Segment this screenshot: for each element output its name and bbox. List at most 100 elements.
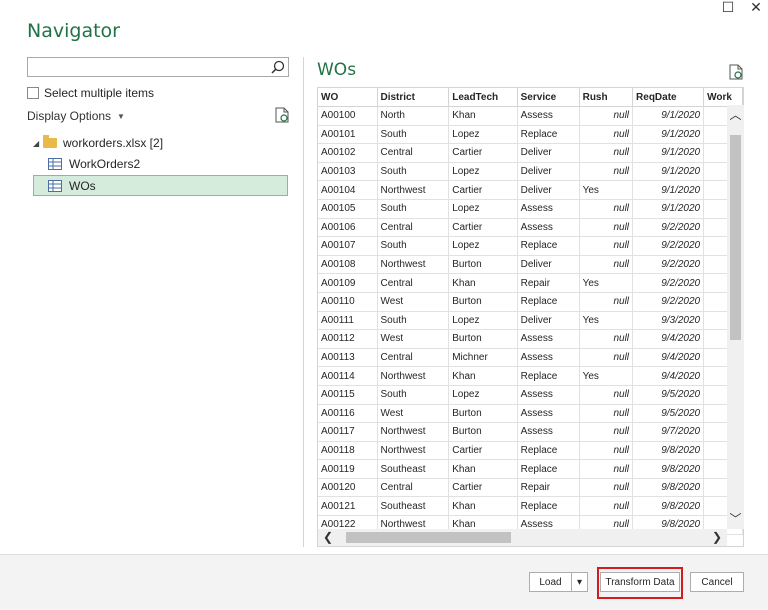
table-cell: Deliver xyxy=(517,162,580,182)
tree-file-node[interactable]: ◢ workorders.xlsx [2] xyxy=(33,133,163,153)
dialog-title: Navigator xyxy=(27,20,120,42)
table-cell: A00105 xyxy=(318,199,378,219)
table-row: A00108 Northwest Burton Deliver null 9/2/2020 xyxy=(318,255,743,275)
table-row: A00119 Southeast Khan Replace null 9/8/2020 xyxy=(318,459,743,479)
chevron-up-icon[interactable]: ︿ xyxy=(727,105,744,125)
table-cell: Khan xyxy=(448,459,518,479)
table-cell: 9/2/2020 xyxy=(632,255,705,275)
horizontal-scrollbar[interactable]: ❮ ❯ xyxy=(318,529,727,546)
table-cell: Southeast xyxy=(377,496,450,517)
column-header[interactable]: LeadTech xyxy=(448,88,518,107)
table-cell: Central xyxy=(377,348,450,368)
maximize-button[interactable]: ☐ xyxy=(716,0,740,18)
table-cell: 9/2/2020 xyxy=(632,292,705,312)
chevron-down-icon[interactable]: ﹀ xyxy=(727,509,744,529)
table-cell: A00101 xyxy=(318,125,378,145)
table-cell: Assess xyxy=(517,218,580,238)
table-cell: Replace xyxy=(517,496,580,517)
select-multiple-checkbox[interactable]: Select multiple items xyxy=(27,86,154,100)
table-row: A00111 South Lopez Deliver Yes 9/3/2020 xyxy=(318,311,743,331)
table-cell: null xyxy=(579,143,634,163)
table-cell: null xyxy=(579,199,634,219)
table-cell: Deliver xyxy=(517,311,580,331)
column-header[interactable]: WO xyxy=(318,88,378,107)
table-row: A00116 West Burton Assess null 9/5/2020 xyxy=(318,404,743,424)
table-cell: South xyxy=(377,162,450,182)
display-options-dropdown[interactable]: Display Options ▼ xyxy=(27,109,125,123)
table-cell: Central xyxy=(377,273,450,293)
column-header[interactable]: Work xyxy=(703,88,743,107)
table-cell: Deliver xyxy=(517,180,580,200)
tree-item-wos[interactable]: WOs xyxy=(48,176,96,196)
column-header[interactable]: ReqDate xyxy=(632,88,705,107)
table-cell: null xyxy=(579,385,634,405)
horizontal-scroll-thumb[interactable] xyxy=(346,532,511,543)
table-row: A00117 Northwest Burton Assess null 9/7/2020 xyxy=(318,422,743,442)
table-cell: Khan xyxy=(448,496,518,517)
table-cell: Burton xyxy=(448,329,518,349)
table-cell: Michner xyxy=(448,348,518,368)
column-header[interactable]: Rush xyxy=(579,88,634,107)
checkbox-icon[interactable] xyxy=(27,87,39,99)
table-cell: 9/7/2020 xyxy=(632,422,705,442)
cancel-button[interactable]: Cancel xyxy=(690,572,744,592)
column-header[interactable]: District xyxy=(377,88,450,107)
table-row: A00115 South Lopez Assess null 9/5/2020 xyxy=(318,385,743,405)
table-row: A00109 Central Khan Repair Yes 9/2/2020 xyxy=(318,273,743,293)
table-cell: Burton xyxy=(448,404,518,424)
close-button[interactable]: ✕ xyxy=(744,0,768,18)
table-cell: null xyxy=(579,459,634,479)
table-cell: A00103 xyxy=(318,162,378,182)
table-cell: 9/2/2020 xyxy=(632,218,705,238)
table-cell: West xyxy=(377,292,450,312)
column-header[interactable]: Service xyxy=(517,88,580,107)
table-row: A00101 South Lopez Replace null 9/1/2020 xyxy=(318,125,743,145)
table-cell: 9/5/2020 xyxy=(632,404,705,424)
refresh-icon[interactable] xyxy=(729,64,743,80)
table-cell: Deliver xyxy=(517,255,580,275)
table-cell: 9/1/2020 xyxy=(632,125,705,145)
table-cell: A00112 xyxy=(318,329,378,349)
pane-divider[interactable] xyxy=(303,57,304,547)
chevron-left-icon[interactable]: ❮ xyxy=(318,529,338,546)
table-cell: Repair xyxy=(517,478,580,498)
tree-item-workorders2[interactable]: WorkOrders2 xyxy=(48,154,140,174)
table-cell: Lopez xyxy=(448,199,518,219)
table-cell: Assess xyxy=(517,404,580,424)
table-cell: A00106 xyxy=(318,218,378,238)
table-cell: null xyxy=(579,218,634,238)
table-cell: Cartier xyxy=(448,478,518,498)
table-cell: Central xyxy=(377,478,450,498)
table-cell: Lopez xyxy=(448,125,518,145)
table-cell: 9/4/2020 xyxy=(632,348,705,368)
table-cell: A00113 xyxy=(318,348,378,368)
table-row: A00104 Northwest Cartier Deliver Yes 9/1/2020 xyxy=(318,180,743,200)
vertical-scroll-thumb[interactable] xyxy=(730,135,741,340)
table-cell: Assess xyxy=(517,329,580,349)
load-dropdown-button[interactable]: ▾ xyxy=(571,572,588,592)
search-input[interactable] xyxy=(27,57,289,77)
table-row: A00100 North Khan Assess null 9/1/2020 xyxy=(318,106,743,126)
search-icon[interactable] xyxy=(271,60,285,74)
load-button[interactable]: Load xyxy=(529,572,572,592)
table-cell: 9/4/2020 xyxy=(632,366,705,386)
table-cell: Cartier xyxy=(448,441,518,461)
table-cell: Central xyxy=(377,218,450,238)
table-cell: Southeast xyxy=(377,459,450,479)
table-cell: 9/1/2020 xyxy=(632,180,705,200)
table-cell: null xyxy=(579,106,634,126)
table-cell: Lopez xyxy=(448,236,518,256)
vertical-scrollbar[interactable]: ︿ ﹀ xyxy=(727,105,744,529)
table-cell: Assess xyxy=(517,422,580,442)
preview-grid: WO District LeadTech Service Rush ReqDate Work… xyxy=(317,87,744,547)
table-cell: null xyxy=(579,255,634,275)
table-cell: South xyxy=(377,311,450,331)
chevron-right-icon[interactable]: ❯ xyxy=(707,529,727,546)
expand-arrow-icon[interactable]: ◢ xyxy=(33,139,43,148)
table-cell: A00121 xyxy=(318,496,378,517)
table-cell: Yes xyxy=(579,180,634,200)
table-cell: Khan xyxy=(448,366,518,386)
refresh-icon[interactable] xyxy=(275,107,289,123)
table-cell: null xyxy=(579,422,634,442)
table-cell: Cartier xyxy=(448,180,518,200)
